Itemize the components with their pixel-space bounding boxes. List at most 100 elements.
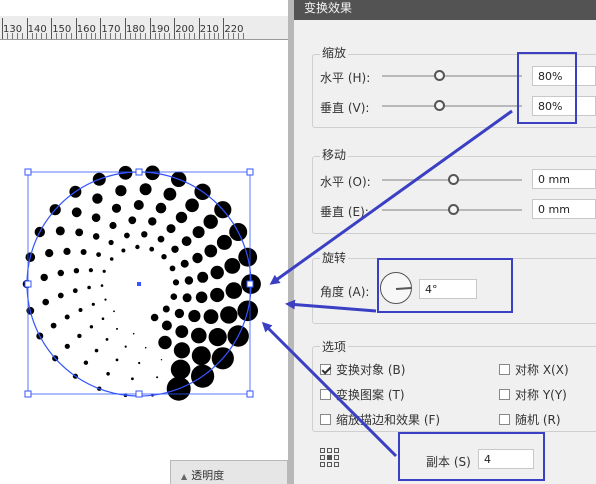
halftone-dot [148,217,157,226]
halftone-dot [155,202,167,214]
reflect-y-checkbox-row[interactable]: 对称 Y(Y) [499,386,567,403]
move-group-title: 移动 [320,146,349,163]
ruler-minor-tick [46,33,48,39]
dialog-titlebar[interactable]: 变换效果 [294,0,596,20]
transform-objects-checkbox[interactable] [320,364,331,375]
halftone-dot [171,245,179,253]
halftone-dot [57,269,64,277]
halftone-dot [191,346,211,366]
halftone-dot [124,232,130,239]
halftone-dot [109,221,117,230]
halftone-dot [170,293,178,301]
move-vertical-label: 垂直 (E): [320,205,369,219]
artwork-area[interactable] [0,40,290,484]
transform-patterns-checkbox-row[interactable]: 变换图案 (T) [320,386,405,403]
ruler-minor-tick [56,33,58,39]
scale-horizontal-input[interactable]: 80% [532,66,596,86]
random-checkbox-row[interactable]: 随机 (R) [499,411,561,428]
halftone-dot [133,200,144,210]
transform-effect-dialog: 变换效果 缩放 水平 (H): 80% 垂直 (V): 80% 移动 水平 (O… [294,0,596,484]
halftone-dot [175,211,188,224]
ref-point-ml[interactable] [320,455,325,460]
halftone-dot [124,345,127,348]
copies-label: 副本 (S) [426,455,471,469]
selection-handle[interactable] [246,168,254,176]
scale-horizontal-label: 水平 (H): [320,71,371,85]
ruler-minor-tick [105,33,107,39]
halftone-dot [203,309,219,324]
rotate-angle-input[interactable]: 4° [419,279,477,299]
halftone-dot [55,226,65,236]
reflect-x-label: 对称 X(X) [515,363,569,377]
scale-horizontal-slider-track[interactable] [382,75,522,77]
transform-objects-label: 变换对象 (B) [336,363,406,377]
scale-vertical-slider-track[interactable] [382,105,522,107]
selection-handle[interactable] [246,280,254,288]
artboard-canvas[interactable]: 130 140 150 160 170 180 190 200 210 220 ▲ 透明度 [0,0,290,484]
ref-point-tr[interactable] [334,448,339,453]
reflect-x-checkbox[interactable] [499,364,510,375]
halftone-dot [138,361,141,365]
move-horizontal-input[interactable]: 0 mm [532,169,596,189]
move-vertical-slider-thumb[interactable] [448,204,459,215]
halftone-dot [121,248,126,253]
halftone-dot [149,246,155,252]
selection-center-point [137,282,141,286]
scale-horizontal-slider-thumb[interactable] [434,70,445,81]
scale-strokes-checkbox[interactable] [320,414,331,425]
ruler-minor-tick [203,33,205,39]
copies-input[interactable]: 4 [478,449,534,469]
halftone-dot [195,291,208,304]
horizontal-ruler[interactable]: 130 140 150 160 170 180 190 200 210 220 [0,0,290,40]
move-vertical-input[interactable]: 0 mm [532,199,596,219]
halftone-dot [182,293,192,303]
selection-handle[interactable] [246,390,254,398]
ref-point-bl[interactable] [320,462,325,467]
halftone-dot [216,234,232,250]
ruler-minor-tick [70,33,72,39]
selection-handle[interactable] [135,390,143,398]
selection-handle[interactable] [24,390,32,398]
ruler-top-strip [0,0,290,16]
reflect-y-checkbox[interactable] [499,389,510,400]
ruler-minor-tick [238,33,240,39]
ruler-minor-tick [164,33,166,39]
halftone-dot [105,338,109,341]
angle-dial-icon[interactable] [380,272,412,304]
ref-point-br[interactable] [334,462,339,467]
halftone-dot [173,342,190,359]
ref-point-center[interactable] [327,455,332,460]
ruler-minor-tick [139,33,141,39]
halftone-dot [73,268,80,274]
transform-patterns-checkbox[interactable] [320,389,331,400]
reflect-x-checkbox-row[interactable]: 对称 X(X) [499,361,569,378]
ruler-minor-tick [134,33,136,39]
random-checkbox[interactable] [499,414,510,425]
halftone-dot [96,252,101,257]
scale-strokes-checkbox-row[interactable]: 缩放描边和效果 (F) [320,411,440,428]
transform-patterns-label: 变换图案 (T) [336,388,405,402]
transparency-panel-tab[interactable]: ▲ 透明度 [170,460,288,484]
selection-handle[interactable] [135,168,143,176]
ref-point-tc[interactable] [327,448,332,453]
halftone-dot [181,236,192,247]
halftone-dot [172,279,180,286]
scale-strokes-label: 缩放描边和效果 (F) [336,413,441,427]
halftone-dot [185,198,199,213]
move-horizontal-slider-thumb[interactable] [448,174,459,185]
halftone-dot [91,302,95,306]
ruler-minor-tick [213,33,215,39]
halftone-dot [40,273,48,282]
halftone-dot [91,213,101,222]
transform-objects-checkbox-row[interactable]: 变换对象 (B) [320,361,405,378]
ref-point-bc[interactable] [327,462,332,467]
halftone-dot [203,214,218,229]
scale-vertical-input[interactable]: 80% [532,96,596,116]
ref-point-tl[interactable] [320,448,325,453]
halftone-dot [166,224,176,234]
scale-vertical-slider-thumb[interactable] [434,100,445,111]
ref-point-mr[interactable] [334,455,339,460]
selection-handle[interactable] [24,280,32,288]
selection-handle[interactable] [24,168,32,176]
reference-point-icon[interactable] [320,448,340,468]
